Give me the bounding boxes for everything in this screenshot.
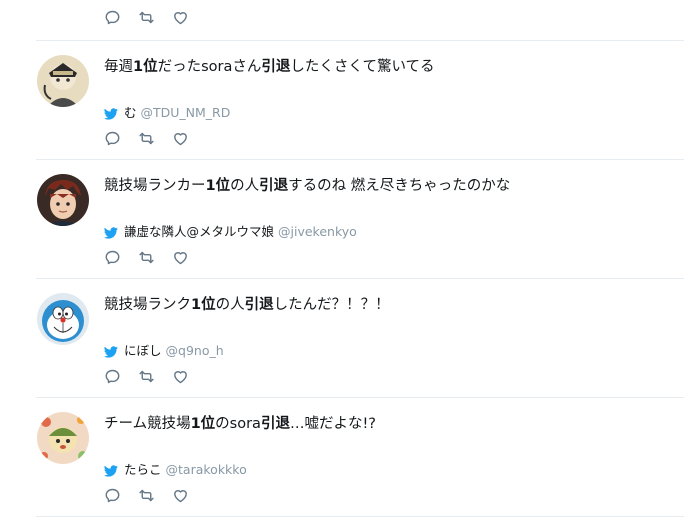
- tweet-text: チーム競技場1位のsora引退…嘘だよな!?: [104, 414, 376, 434]
- highlighted-term: 引退: [261, 59, 291, 75]
- tweet-author: たらこ @tarakokkko: [104, 461, 247, 479]
- highlighted-term: 1位: [191, 297, 216, 313]
- tweet-card[interactable]: チーム競技場1位のsora引退…嘘だよな!? たらこ @tarakokkko: [0, 398, 684, 516]
- reply-icon[interactable]: [104, 9, 121, 26]
- previous-tweet-actions: [104, 7, 206, 27]
- tweet-actions: [104, 485, 206, 505]
- tweet-actions: [104, 247, 206, 267]
- author-handle[interactable]: @TDU_NM_RD: [141, 104, 231, 122]
- tweet-text: 毎週1位だったsoraさん引退したくさくて驚いてる: [104, 57, 435, 77]
- tweet-actions: [104, 7, 206, 27]
- tweet-card[interactable]: 毎週1位だったsoraさん引退したくさくて驚いてる む @TDU_NM_RD: [0, 41, 684, 159]
- like-icon[interactable]: [172, 487, 189, 504]
- avatar[interactable]: [37, 55, 89, 107]
- tweet-author: にぼし @q9no_h: [104, 342, 224, 360]
- reply-icon[interactable]: [104, 249, 121, 266]
- author-name[interactable]: にぼし: [124, 342, 162, 360]
- retweet-icon[interactable]: [138, 487, 155, 504]
- highlighted-term: 引退: [259, 178, 289, 194]
- author-handle[interactable]: @q9no_h: [166, 342, 224, 360]
- tweet-text-fragment: の人: [215, 297, 245, 313]
- avatar[interactable]: [37, 293, 89, 345]
- tweet-text-fragment: …嘘だよな!?: [289, 416, 376, 432]
- tweet-text: 競技場ランカー1位の人引退するのね 燃え尽きちゃったのかな: [104, 176, 510, 196]
- tweet-text-fragment: 競技場ランク: [104, 297, 191, 313]
- author-handle[interactable]: @tarakokkko: [166, 461, 247, 479]
- twitter-bird-icon: [104, 464, 118, 477]
- retweet-icon[interactable]: [138, 130, 155, 147]
- highlighted-term: 1位: [205, 178, 231, 194]
- avatar[interactable]: [37, 174, 89, 226]
- tweet-author: 謙虚な隣人@メタルウマ娘 @jivekenkyo: [104, 223, 357, 241]
- tweet-text-fragment: するのね 燃え尽きちゃったのかな: [288, 178, 511, 194]
- reply-icon[interactable]: [104, 368, 121, 385]
- like-icon[interactable]: [172, 249, 189, 266]
- author-name[interactable]: む: [124, 104, 137, 122]
- author-name[interactable]: たらこ: [124, 461, 162, 479]
- tweet-author: む @TDU_NM_RD: [104, 104, 230, 122]
- retweet-icon[interactable]: [138, 249, 155, 266]
- tweet-text-fragment: したんだ？！？！: [273, 297, 390, 313]
- tweet-text-fragment: チーム競技場: [104, 416, 191, 432]
- like-icon[interactable]: [172, 368, 189, 385]
- author-handle[interactable]: @jivekenkyo: [278, 223, 357, 241]
- retweet-icon[interactable]: [138, 9, 155, 26]
- tweet-actions: [104, 128, 206, 148]
- tweet-text-fragment: したくさくて驚いてる: [290, 59, 435, 75]
- highlighted-term: 1位: [190, 416, 216, 432]
- tweet-text-fragment: のsora: [215, 416, 261, 432]
- like-icon[interactable]: [172, 9, 189, 26]
- avatar[interactable]: [37, 412, 89, 464]
- tweet-text-fragment: の人: [230, 178, 260, 194]
- twitter-bird-icon: [104, 226, 118, 239]
- tweet-text-fragment: 競技場ランカー: [104, 178, 206, 194]
- highlighted-term: 1位: [133, 59, 158, 75]
- tweet-card[interactable]: 競技場ランカー1位の人引退するのね 燃え尽きちゃったのかな 謙虚な隣人@メタルウ…: [0, 160, 684, 278]
- tweet-text-fragment: だったsoraさん: [157, 59, 262, 75]
- twitter-bird-icon: [104, 107, 118, 120]
- tweet-actions: [104, 366, 206, 386]
- tweet-text: 競技場ランク1位の人引退したんだ？！？！: [104, 295, 390, 315]
- reply-icon[interactable]: [104, 487, 121, 504]
- highlighted-term: 引退: [244, 297, 274, 313]
- reply-icon[interactable]: [104, 130, 121, 147]
- highlighted-term: 引退: [260, 416, 290, 432]
- twitter-bird-icon: [104, 345, 118, 358]
- tweet-text-fragment: 毎週: [104, 59, 133, 75]
- like-icon[interactable]: [172, 130, 189, 147]
- tweet-card[interactable]: 競技場ランク1位の人引退したんだ？！？！ にぼし @q9no_h: [0, 279, 684, 397]
- retweet-icon[interactable]: [138, 368, 155, 385]
- author-name[interactable]: 謙虚な隣人@メタルウマ娘: [124, 223, 274, 241]
